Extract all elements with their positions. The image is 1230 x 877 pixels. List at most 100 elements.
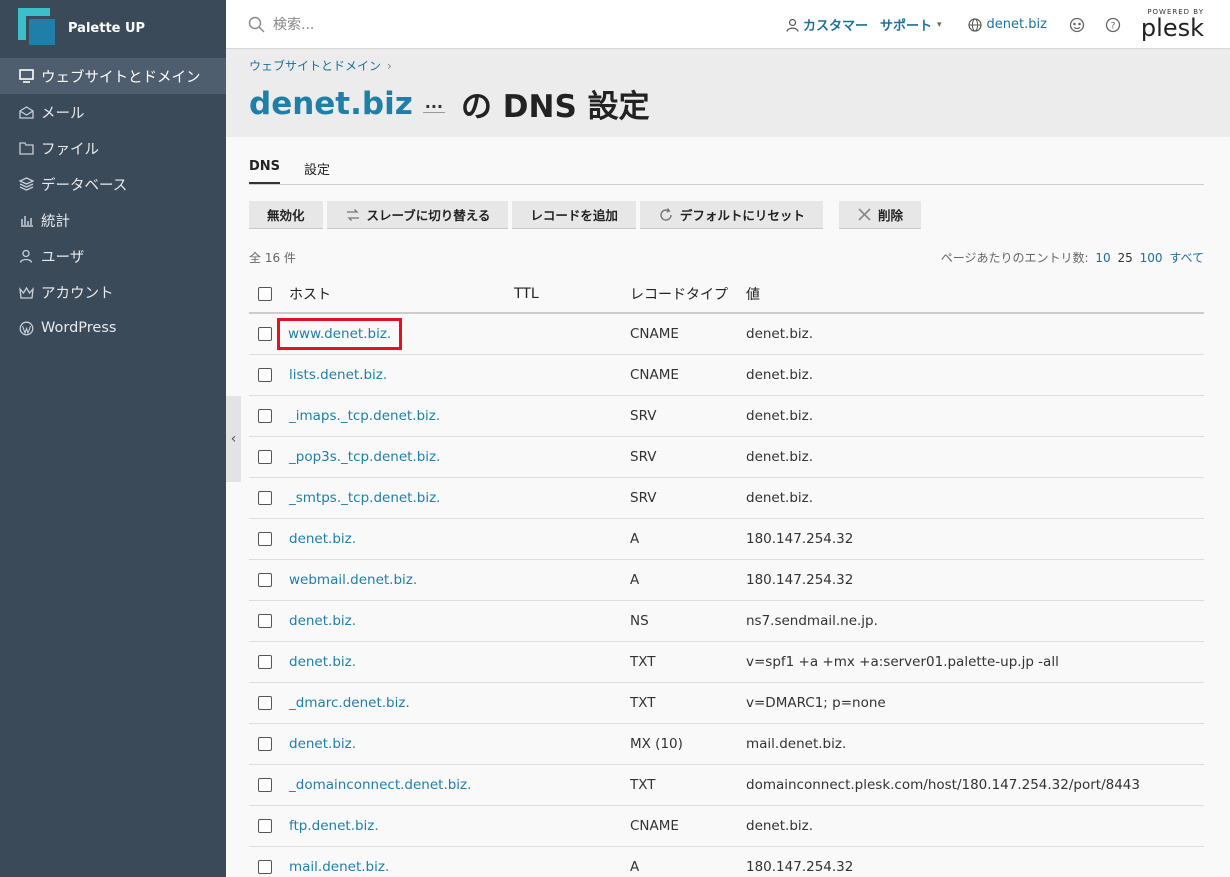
column-host[interactable]: ホスト bbox=[289, 275, 514, 314]
type-cell: A bbox=[630, 518, 746, 560]
host-cell: _pop3s._tcp.denet.biz. bbox=[289, 436, 514, 478]
host-link[interactable]: www.denet.biz. bbox=[276, 317, 403, 350]
row-checkbox-cell bbox=[249, 764, 289, 806]
extensions-icon[interactable] bbox=[1069, 17, 1085, 33]
add-record-button[interactable]: レコードを追加 bbox=[512, 201, 636, 229]
host-link[interactable]: mail.denet.biz. bbox=[289, 859, 389, 875]
row-checkbox-cell bbox=[249, 682, 289, 724]
row-checkbox[interactable] bbox=[258, 531, 272, 546]
host-link[interactable]: webmail.denet.biz. bbox=[289, 572, 417, 588]
table-row: mail.denet.biz. A 180.147.254.32 bbox=[249, 846, 1204, 877]
column-value[interactable]: 値 bbox=[746, 275, 1204, 314]
reset-default-button[interactable]: デフォルトにリセット bbox=[639, 201, 823, 229]
row-checkbox[interactable] bbox=[258, 408, 272, 423]
row-checkbox[interactable] bbox=[258, 490, 272, 505]
row-checkbox[interactable] bbox=[258, 859, 272, 874]
row-checkbox-cell bbox=[249, 436, 289, 478]
customer-menu[interactable]: カスタマー bbox=[786, 15, 868, 34]
value-cell: mail.denet.biz. bbox=[746, 723, 1204, 765]
per-page-25: 25 bbox=[1117, 251, 1133, 265]
search-input[interactable]: 検索... bbox=[248, 14, 314, 34]
host-link[interactable]: denet.biz. bbox=[289, 736, 356, 752]
table-row: webmail.denet.biz. A 180.147.254.32 bbox=[249, 559, 1204, 601]
sidebar-item-account[interactable]: アカウント bbox=[0, 274, 226, 310]
title-more-button[interactable]: ... bbox=[422, 94, 445, 113]
host-link[interactable]: denet.biz. bbox=[289, 654, 356, 670]
value-cell: denet.biz. bbox=[746, 436, 1204, 478]
toolbar: 無効化 スレーブに切り替える レコードを追加 デフォルトにリセット 削除 bbox=[249, 201, 1204, 229]
sidebar-item-websites[interactable]: ウェブサイトとドメイン bbox=[0, 58, 226, 94]
value-cell: denet.biz. bbox=[746, 395, 1204, 437]
table-row: _imaps._tcp.denet.biz. SRV denet.biz. bbox=[249, 395, 1204, 437]
sidebar-item-label: WordPress bbox=[41, 320, 117, 336]
host-link[interactable]: ftp.denet.biz. bbox=[289, 818, 379, 834]
value-cell: denet.biz. bbox=[746, 477, 1204, 519]
per-page-10[interactable]: 10 bbox=[1095, 251, 1110, 265]
title-domain-link[interactable]: denet.biz bbox=[249, 86, 413, 122]
row-checkbox[interactable] bbox=[258, 736, 272, 751]
value-cell: ns7.sendmail.ne.jp. bbox=[746, 600, 1204, 642]
row-checkbox[interactable] bbox=[258, 818, 272, 833]
sidebar-item-databases[interactable]: データベース bbox=[0, 166, 226, 202]
value-cell: v=DMARC1; p=none bbox=[746, 682, 1204, 724]
list-meta: 全 16 件 ページあたりのエントリ数: 10 25 100 すべて bbox=[249, 249, 1204, 265]
switch-slave-button[interactable]: スレーブに切り替える bbox=[326, 201, 509, 229]
globe-icon bbox=[967, 17, 982, 32]
type-cell: CNAME bbox=[630, 805, 746, 847]
support-label: サポート bbox=[879, 19, 932, 34]
row-checkbox-cell bbox=[249, 395, 289, 437]
sidebar-collapse-button[interactable]: ‹ bbox=[226, 396, 241, 482]
sidebar-item-label: ファイル bbox=[41, 141, 99, 158]
row-checkbox[interactable] bbox=[258, 654, 272, 669]
dns-records-table: ホスト TTL レコードタイプ 値 www.denet.biz. CNAME den… bbox=[249, 275, 1204, 877]
host-link[interactable]: _dmarc.denet.biz. bbox=[289, 695, 410, 711]
type-cell: A bbox=[630, 846, 746, 877]
type-cell: TXT bbox=[630, 764, 746, 806]
tab-dns[interactable]: DNS bbox=[249, 159, 281, 184]
brand[interactable]: Palette UP bbox=[0, 0, 226, 56]
row-checkbox[interactable] bbox=[258, 777, 272, 792]
delete-icon bbox=[858, 208, 871, 221]
disable-button[interactable]: 無効化 bbox=[249, 201, 323, 229]
row-checkbox[interactable] bbox=[258, 449, 272, 464]
host-link[interactable]: denet.biz. bbox=[289, 613, 356, 629]
row-checkbox[interactable] bbox=[258, 572, 272, 587]
row-checkbox[interactable] bbox=[258, 613, 272, 628]
table-row: www.denet.biz. CNAME denet.biz. bbox=[249, 313, 1204, 355]
row-checkbox[interactable] bbox=[258, 367, 272, 382]
sidebar-item-wordpress[interactable]: WordPress bbox=[0, 310, 226, 346]
plesk-logo: POWERED BY plesk bbox=[1141, 9, 1204, 41]
host-link[interactable]: lists.denet.biz. bbox=[289, 367, 387, 383]
value-cell: denet.biz. bbox=[746, 805, 1204, 847]
select-all-checkbox[interactable] bbox=[258, 286, 272, 301]
column-type[interactable]: レコードタイプ bbox=[630, 275, 746, 314]
tab-settings[interactable]: 設定 bbox=[304, 159, 330, 184]
breadcrumb-link[interactable]: ウェブサイトとドメイン bbox=[249, 59, 381, 73]
domain-selector[interactable]: denet.biz bbox=[967, 17, 1047, 32]
host-link[interactable]: _domainconnect.denet.biz. bbox=[289, 777, 471, 793]
type-cell: SRV bbox=[630, 436, 746, 478]
sidebar-nav: ウェブサイトとドメイン メール ファイル データベース 統計 ユーザ アカウント bbox=[0, 58, 226, 346]
host-link[interactable]: _pop3s._tcp.denet.biz. bbox=[289, 449, 440, 465]
table-body: www.denet.biz. CNAME denet.biz. lists.denet… bbox=[249, 313, 1204, 877]
host-link[interactable]: _smtps._tcp.denet.biz. bbox=[289, 490, 440, 506]
column-ttl[interactable]: TTL bbox=[514, 275, 630, 314]
sidebar-item-users[interactable]: ユーザ bbox=[0, 238, 226, 274]
row-checkbox[interactable] bbox=[258, 326, 272, 341]
sidebar-item-statistics[interactable]: 統計 bbox=[0, 202, 226, 238]
delete-button[interactable]: 削除 bbox=[838, 201, 921, 229]
per-page-all[interactable]: すべて bbox=[1169, 251, 1204, 265]
help-icon[interactable]: ? bbox=[1105, 17, 1121, 33]
per-page-100[interactable]: 100 bbox=[1140, 251, 1163, 265]
sidebar-item-files[interactable]: ファイル bbox=[0, 130, 226, 166]
sidebar-item-mail[interactable]: メール bbox=[0, 94, 226, 130]
row-checkbox[interactable] bbox=[258, 695, 272, 710]
table-row: _smtps._tcp.denet.biz. SRV denet.biz. bbox=[249, 477, 1204, 519]
host-link[interactable]: denet.biz. bbox=[289, 531, 356, 547]
support-menu[interactable]: サポート ▾ bbox=[880, 15, 942, 34]
ttl-cell bbox=[514, 764, 630, 806]
folder-icon bbox=[18, 140, 34, 156]
host-link[interactable]: _imaps._tcp.denet.biz. bbox=[289, 408, 440, 424]
title-area: ウェブサイトとドメイン › denet.biz ... の DNS 設定 bbox=[226, 49, 1230, 137]
database-icon bbox=[18, 176, 34, 192]
